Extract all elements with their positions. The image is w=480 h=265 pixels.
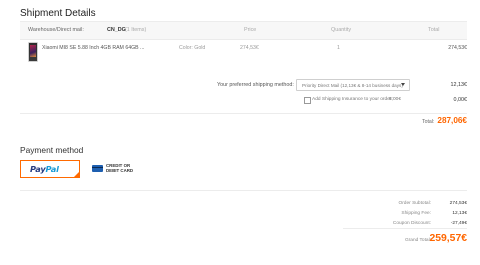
subtotal-value: 274,53€	[449, 201, 467, 206]
shipment-details-title: Shipment Details	[20, 8, 96, 19]
divider	[20, 190, 467, 191]
card-option-label: CREDIT OR DEBIT CARD	[106, 163, 134, 173]
product-color: Color: Gold	[179, 45, 206, 51]
insurance-label: Add Shipping Insurance to your order:	[312, 97, 393, 102]
warehouse-code: CN_DG	[107, 27, 126, 33]
credit-card-icon	[92, 165, 103, 172]
product-price: 274,53€	[240, 45, 259, 51]
total-label: Total:	[422, 119, 435, 125]
insurance-cost: 0,00€	[453, 97, 468, 103]
card-option[interactable]: CREDIT OR DEBIT CARD	[92, 163, 142, 175]
col-price: Price	[244, 27, 257, 33]
product-total: 274,53€	[448, 45, 467, 51]
divider	[20, 113, 467, 114]
divider	[343, 228, 467, 229]
selected-corner-icon	[74, 172, 79, 177]
shipping-fee-value: 12,13€	[452, 211, 467, 216]
shipping-method-value: Priority Direct Mail (12,13€ & 8-14 busi…	[302, 82, 403, 88]
insurance-amount: 5,00€	[389, 97, 402, 102]
col-quantity: Quantity	[331, 27, 352, 33]
product-quantity: 1	[337, 45, 340, 51]
total-value: 287,06€	[437, 116, 467, 125]
coupon-label: Coupon Discount:	[392, 221, 431, 226]
chevron-down-icon	[401, 83, 405, 86]
shipping-method-label: Your preferred shipping method:	[217, 82, 294, 88]
shipping-method-select[interactable]: Priority Direct Mail (12,13€ & 8-14 busi…	[296, 79, 410, 91]
grand-total-value: 259,57€	[429, 233, 467, 244]
paypal-logo: PayPal	[30, 164, 59, 174]
product-row: Xiaomi MI8 SE 5.88 Inch 4GB RAM 64GB ...…	[20, 39, 467, 65]
shipping-fee-label: Shipping Fee:	[401, 211, 431, 216]
coupon-value: -27,49€	[450, 221, 467, 226]
grand-total-label: Grand Total:	[404, 238, 431, 243]
subtotal-label: Order Subtotal:	[398, 201, 431, 206]
items-count: (1 Items)	[125, 27, 147, 33]
insurance-checkbox[interactable]	[304, 97, 311, 104]
warehouse-label: Warehouse/Direct mail:	[28, 27, 84, 33]
product-thumbnail[interactable]	[28, 42, 38, 62]
product-name[interactable]: Xiaomi MI8 SE 5.88 Inch 4GB RAM 64GB ...	[42, 45, 144, 51]
payment-method-title: Payment method	[20, 145, 84, 155]
shipping-cost: 12,13€	[450, 82, 468, 88]
table-header: Warehouse/Direct mail: CN_DG (1 Items) P…	[20, 22, 467, 40]
col-total: Total	[428, 27, 440, 33]
paypal-option[interactable]: PayPal	[20, 160, 80, 178]
